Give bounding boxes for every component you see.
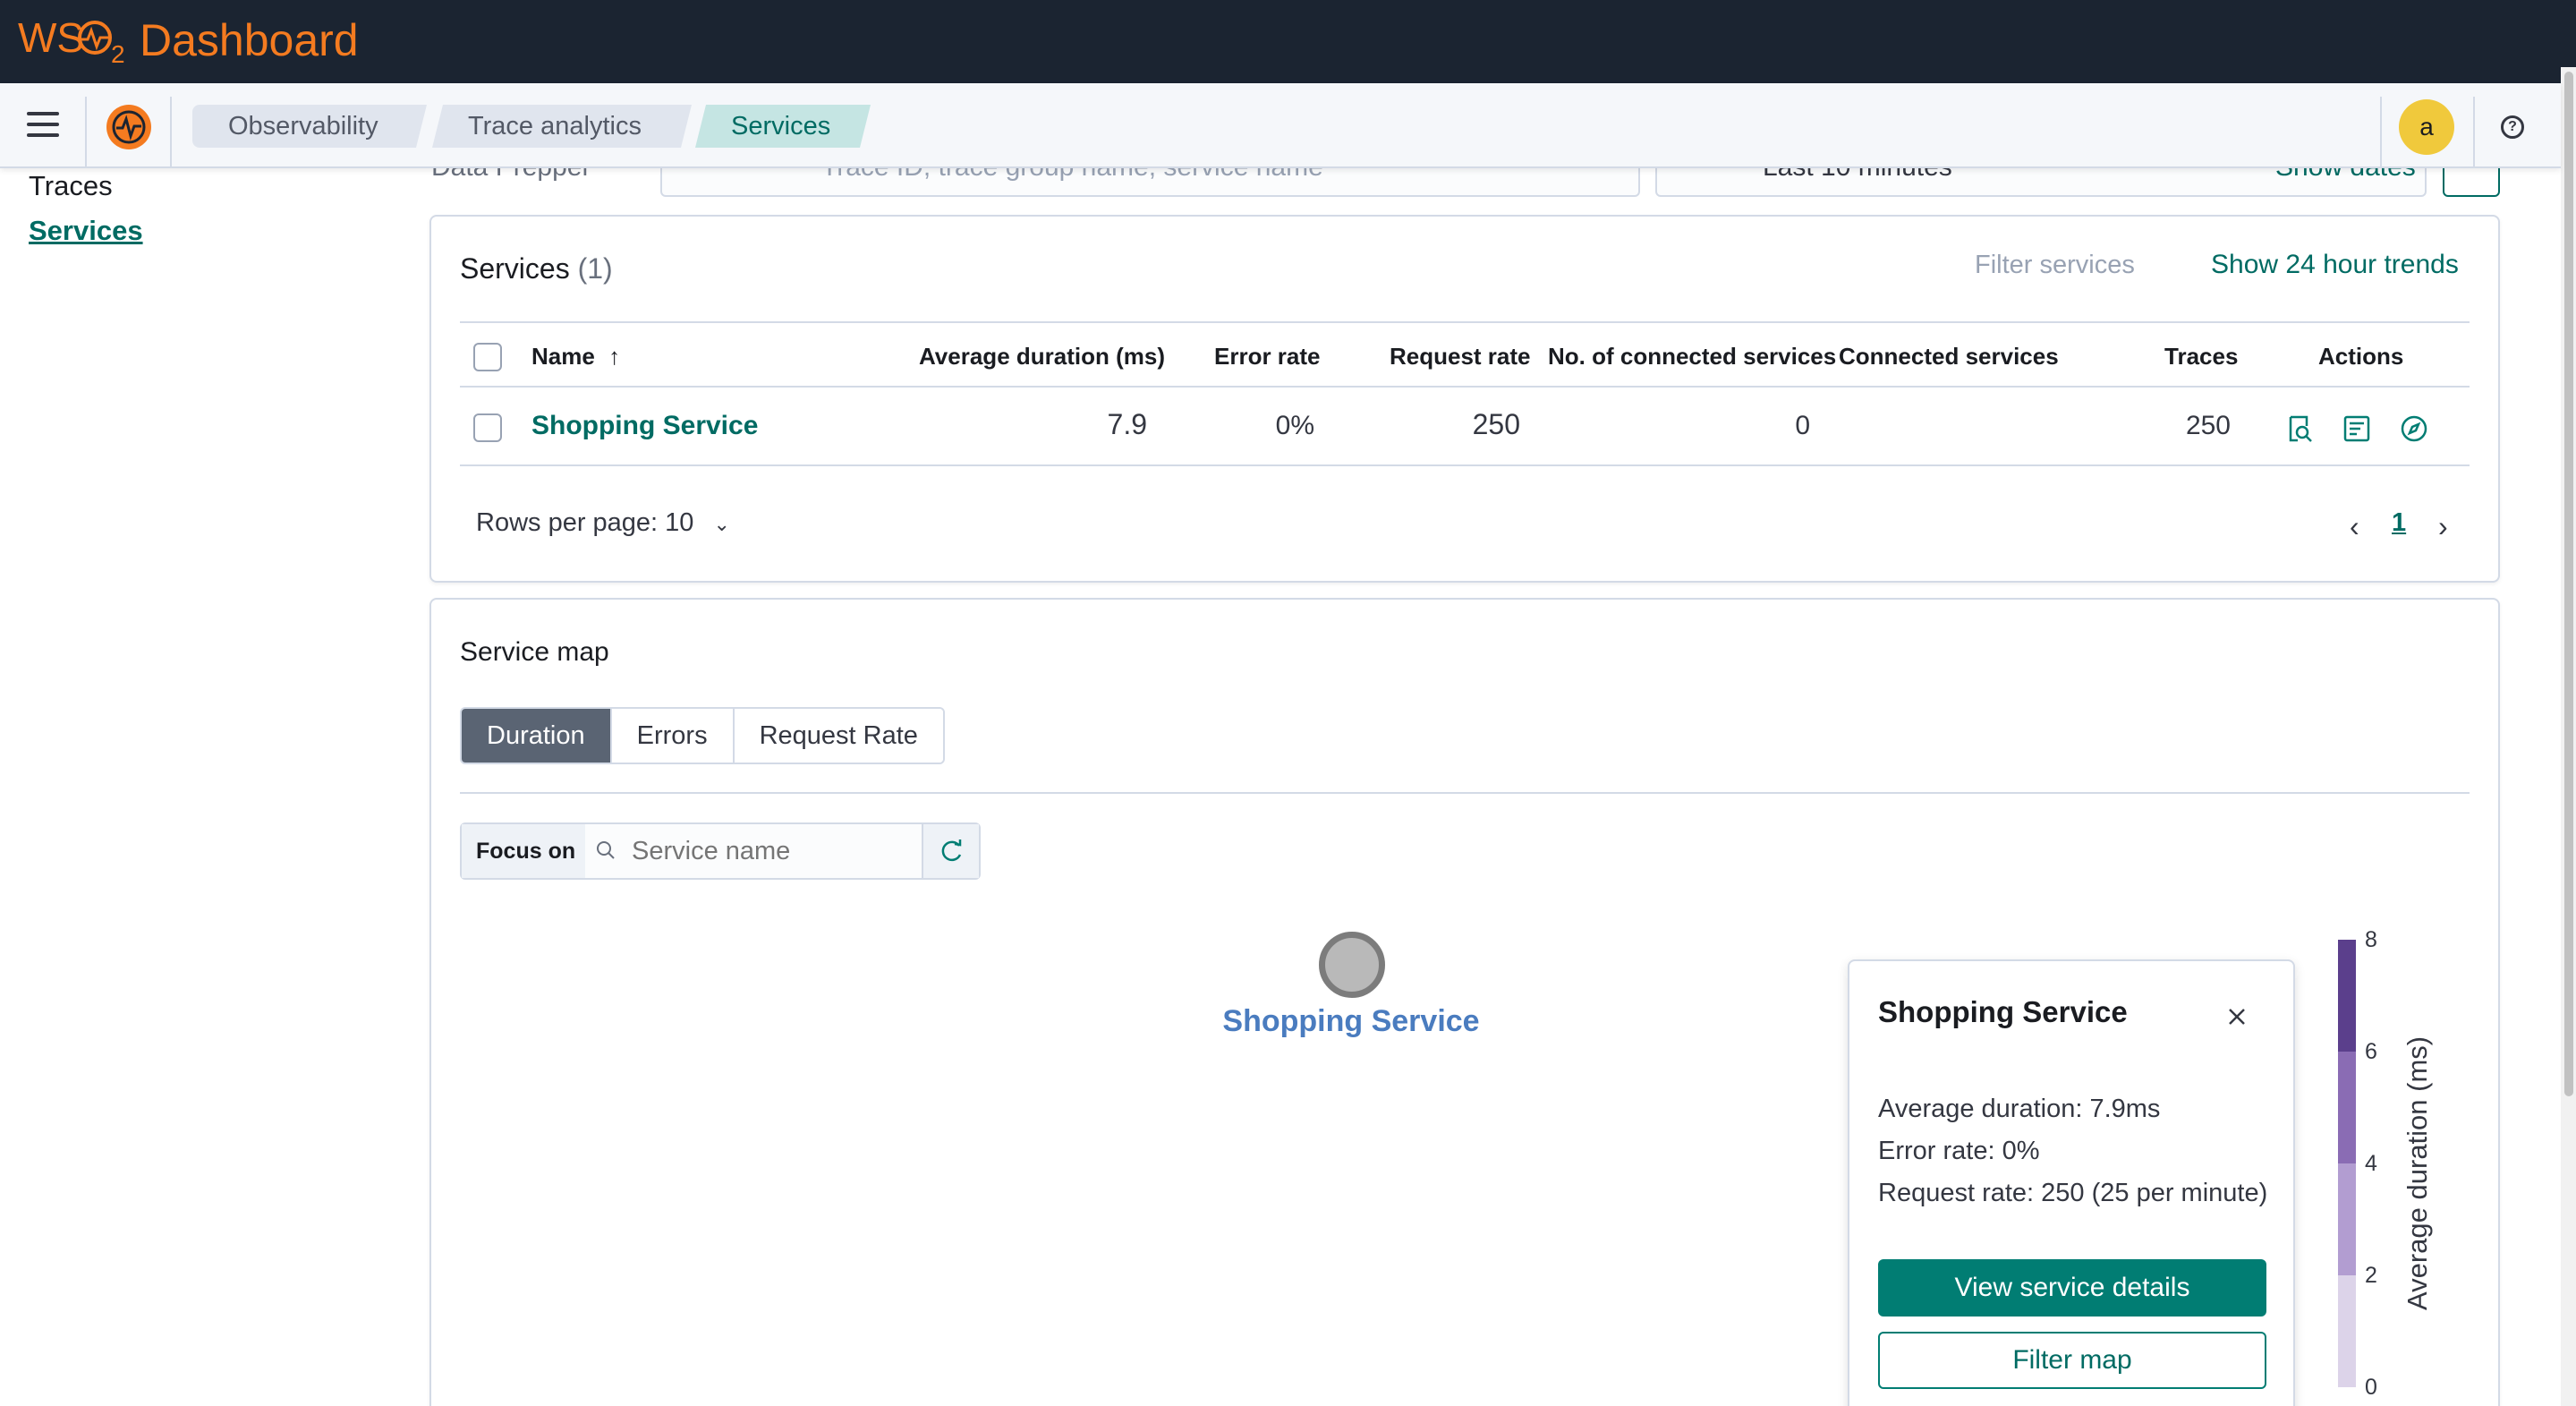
hamburger-icon[interactable] [27,112,59,139]
sidebar-item-services[interactable]: Services [29,215,143,247]
scrollbar-thumb[interactable] [2564,72,2573,1096]
popover-avg-duration: Average duration: 7.9ms [1878,1095,2161,1123]
rows-per-page-select[interactable]: Rows per page: 10 ⌄ [476,508,730,538]
focus-refresh-button[interactable] [922,824,979,878]
focus-on-label: Focus on [462,824,585,878]
svg-text:WS: WS [18,14,84,61]
close-icon[interactable] [2223,1002,2251,1031]
column-header-connected-count[interactable]: No. of connected services [1548,343,1836,371]
view-service-details-button[interactable]: View service details [1878,1259,2266,1317]
tab-duration[interactable]: Duration [462,709,612,763]
services-panel [429,215,2500,583]
nav-divider [2380,97,2382,166]
table-header-top-border [460,321,2470,323]
tab-request-rate[interactable]: Request Rate [734,709,943,763]
view-logs-icon[interactable] [2342,413,2372,444]
column-header-actions: Actions [2318,343,2404,370]
rows-per-page-label: Rows per page: 10 [476,508,694,537]
legend-tick: 2 [2365,1263,2377,1288]
nav-divider [170,97,172,166]
duration-legend-bar [2338,940,2356,1387]
breadcrumb-observability[interactable]: Observability [192,105,427,148]
filter-services-input[interactable]: Filter services [1975,251,2135,280]
legend-tick: 6 [2365,1039,2377,1064]
service-name-link[interactable]: Shopping Service [531,411,758,441]
legend-segment [2338,1275,2356,1387]
user-avatar[interactable]: a [2399,99,2454,155]
column-header-name-label: Name [531,343,595,370]
column-header-avg-duration[interactable]: Average duration (ms) [919,343,1165,371]
breadcrumb-services[interactable]: Services [695,105,871,148]
legend-tick: 4 [2365,1151,2377,1176]
cell-request-rate: 250 [1472,408,1520,440]
legend-axis-label: Average duration (ms) [2402,1035,2433,1310]
wso2-logo[interactable]: WS 2 [18,13,136,66]
tab-errors[interactable]: Errors [611,709,735,763]
map-divider [460,792,2470,794]
column-header-traces[interactable]: Traces [2164,343,2238,371]
cell-avg-duration: 7.9 [1107,408,1147,440]
services-title-text: Services [460,252,570,285]
service-name-input[interactable] [632,824,909,878]
popover-title: Shopping Service [1878,995,2128,1028]
legend-segment [2338,1052,2356,1163]
nav-divider [2473,97,2475,166]
legend-segment [2338,940,2356,1052]
observability-icon[interactable] [106,105,151,149]
column-header-request-rate[interactable]: Request rate [1390,343,1531,371]
chevron-left-icon[interactable]: ‹ [2350,510,2359,543]
view-traces-icon[interactable] [2283,413,2314,444]
popover-request-rate: Request rate: 250 (25 per minute) [1878,1179,2268,1207]
services-title: Services (1) [460,252,613,285]
services-count: (1) [577,252,613,285]
pagination-page-1[interactable]: 1 [2392,508,2406,538]
help-icon[interactable]: ? [2501,115,2524,139]
cell-connected-count: 0 [1795,411,1810,440]
breadcrumb-trace-analytics[interactable]: Trace analytics [432,105,692,148]
search-icon [597,841,615,859]
sort-ascending-icon: ↑ [608,343,621,370]
popover-error-rate: Error rate: 0% [1878,1137,2040,1165]
show-trends-link[interactable]: Show 24 hour trends [2211,250,2459,280]
service-map-title: Service map [460,637,609,667]
legend-tick: 8 [2365,927,2377,952]
top-header [0,0,2576,83]
legend-segment [2338,1163,2356,1275]
select-all-checkbox[interactable] [473,343,502,371]
refresh-icon [941,839,962,862]
nav-divider [85,97,87,166]
cell-error-rate: 0% [1275,411,1314,440]
cell-traces: 250 [2185,411,2231,440]
focus-on-control: Focus on [460,822,981,880]
filter-map-button[interactable]: Filter map [1878,1332,2266,1389]
service-node-label[interactable]: Shopping Service [1221,1004,1481,1039]
column-header-connected-services: Connected services [1839,343,2059,370]
chevron-right-icon[interactable]: › [2438,510,2448,543]
service-map-compass-icon[interactable] [2399,413,2429,444]
legend-tick: 0 [2365,1375,2377,1400]
app-title: Dashboard [140,15,359,65]
table-header-bottom-border [460,386,2470,388]
sidebar-item-traces[interactable]: Traces [29,170,113,202]
chevron-down-icon: ⌄ [713,513,730,535]
row-checkbox[interactable] [473,413,502,442]
column-header-name[interactable]: Name ↑ [531,343,620,371]
service-node-circle[interactable] [1319,932,1385,998]
column-header-error-rate[interactable]: Error rate [1214,343,1321,371]
service-map-metric-tabs: Duration Errors Request Rate [460,707,945,764]
svg-text:2: 2 [111,40,125,66]
table-row-bottom-border [460,464,2470,466]
